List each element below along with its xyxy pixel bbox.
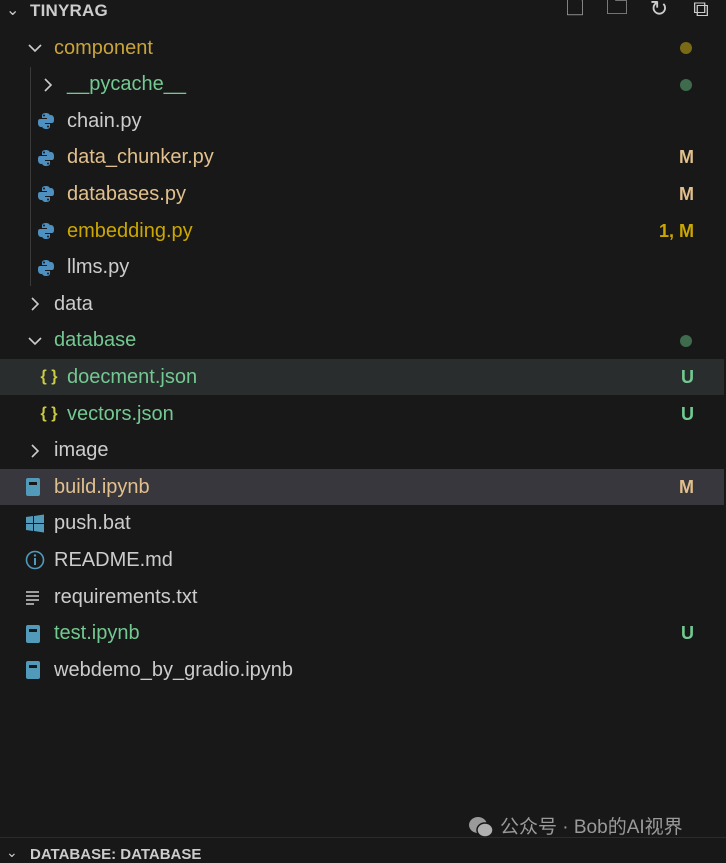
git-status-dot — [680, 334, 692, 347]
tree-item-label: __pycache__ — [67, 73, 186, 96]
tree-item-vectors-json[interactable]: { } vectors.json U — [0, 396, 724, 432]
tree-item-webdemo-by-gradio-ipynb[interactable]: webdemo_by_gradio.ipynb — [0, 652, 724, 688]
new-folder-icon[interactable]: 🗀 — [604, 0, 630, 22]
tree-item-embedding-py[interactable]: embedding.py 1, M — [0, 213, 724, 249]
watermark-text: 公众号 · Bob的AI视界 — [500, 817, 683, 838]
notebook-icon — [24, 477, 42, 497]
git-status-dot — [680, 42, 692, 54]
tree-item-label: vectors.json — [67, 402, 174, 425]
chevron-down-icon — [26, 38, 44, 58]
watermark: 公众号 · Bob的AI视界 — [468, 812, 683, 839]
collapse-all-icon[interactable]: ⧉ — [688, 0, 714, 22]
windows-icon — [24, 514, 46, 534]
python-icon — [37, 258, 55, 278]
tree-item-databases-py[interactable]: databases.py M — [0, 176, 724, 212]
new-file-icon[interactable]: 🗋 — [562, 0, 588, 22]
chevron-right-icon — [26, 441, 44, 461]
tree-item-label: push.bat — [54, 512, 131, 535]
tree-item-label: databases.py — [67, 182, 186, 205]
tree-item-label: chain.py — [67, 109, 142, 132]
tree-item-label: image — [54, 439, 109, 462]
git-status-badge: U — [681, 623, 694, 644]
tree-item-label: webdemo_by_gradio.ipynb — [54, 658, 294, 681]
tree-item-image[interactable]: image — [0, 433, 724, 469]
tree-item-doecment-json[interactable]: { } doecment.json U — [0, 359, 724, 396]
text-lines-icon — [24, 587, 42, 607]
json-braces-icon: { } — [40, 368, 58, 386]
tree-item-requirements-txt[interactable]: requirements.txt — [0, 579, 724, 615]
tree-item-push-bat[interactable]: push.bat — [0, 506, 724, 542]
chevron-down-icon[interactable]: ⌄ — [6, 0, 19, 20]
tree-item-chain-py[interactable]: chain.py — [0, 103, 724, 139]
git-status-badge: U — [681, 366, 694, 387]
python-icon — [37, 111, 55, 131]
explorer-title: TINYRAG — [30, 1, 108, 20]
git-status-badge: 1, M — [658, 220, 694, 241]
tree-item-label: embedding.py — [67, 219, 193, 242]
git-status-badge: U — [681, 403, 694, 424]
chevron-down-icon — [26, 331, 44, 351]
json-braces-icon: { } — [40, 405, 58, 422]
tree-item-label: data_chunker.py — [67, 146, 214, 169]
python-icon — [37, 184, 55, 204]
tree-item-build-ipynb[interactable]: build.ipynb M — [0, 469, 724, 506]
explorer-header[interactable]: ⌄ TINYRAG 🗋 🗀 ↻ ⧉ — [0, 0, 726, 26]
tree-item-llms-py[interactable]: llms.py — [0, 250, 724, 286]
tree-item-label: requirements.txt — [54, 585, 198, 608]
tree-item-test-ipynb[interactable]: test.ipynb U — [0, 616, 724, 652]
info-icon — [24, 550, 46, 570]
git-status-badge: M — [679, 183, 694, 204]
notebook-icon — [24, 660, 42, 680]
wechat-icon — [468, 816, 494, 838]
tree-item-label: README.md — [54, 548, 173, 571]
tree-item-database[interactable]: database — [0, 323, 724, 359]
tree-item-label: database — [54, 329, 137, 352]
tree-item-readme-md[interactable]: README.md — [0, 542, 724, 578]
indent-guide — [30, 66, 31, 287]
tree-item-data-chunker-py[interactable]: data_chunker.py M — [0, 140, 724, 176]
notebook-icon — [24, 624, 42, 644]
bottom-section-header[interactable]: ⌄ DATABASE: DATABASE — [0, 837, 726, 863]
python-icon — [37, 221, 55, 241]
tree-item-label: llms.py — [67, 256, 130, 279]
chevron-right-icon — [26, 294, 44, 314]
tree-item-component[interactable]: component — [0, 30, 724, 66]
tree-item-label: doecment.json — [67, 365, 198, 388]
tree-item-label: component — [54, 36, 153, 59]
tree-item-label: test.ipynb — [54, 622, 140, 645]
tree-item--pycache-[interactable]: __pycache__ — [0, 67, 724, 103]
tree-item-data[interactable]: data — [0, 286, 724, 322]
refresh-icon[interactable]: ↻ — [646, 0, 672, 22]
tree-item-label: data — [54, 292, 93, 315]
bottom-section-title: DATABASE: DATABASE — [30, 846, 202, 863]
git-status-badge: M — [679, 476, 694, 497]
chevron-right-icon — [39, 75, 57, 95]
tree-item-label: build.ipynb — [54, 475, 150, 498]
git-status-badge: M — [679, 147, 694, 168]
python-icon — [37, 148, 55, 168]
git-status-dot — [680, 78, 692, 91]
